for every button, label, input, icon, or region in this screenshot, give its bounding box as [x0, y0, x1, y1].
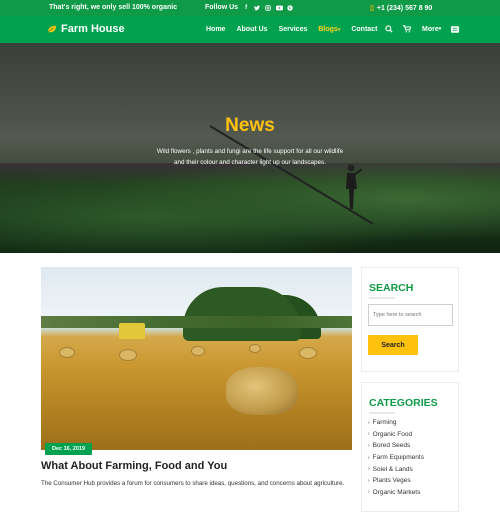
chevron-down-icon: ▾ [438, 26, 442, 32]
hero-banner: News Wild flowers , plants and fungi are… [0, 43, 500, 253]
large-hay-bale [226, 367, 298, 415]
main-navbar: Farm House Home About Us Services Blogs▾… [0, 16, 500, 43]
farmer-silhouette [346, 164, 362, 209]
chevron-right-icon: › [368, 477, 370, 484]
category-label: Soiel & Lands [372, 465, 413, 473]
category-item[interactable]: › Plants Veges [368, 475, 424, 487]
hay-bale [191, 346, 205, 356]
brand-name: Farm House [61, 23, 125, 35]
nav-services[interactable]: Services [279, 26, 308, 33]
post-featured-image[interactable] [41, 267, 352, 450]
nav-home[interactable]: Home [206, 26, 225, 33]
search-icon[interactable] [385, 25, 393, 33]
nav-blogs[interactable]: Blogs▾ [318, 26, 340, 33]
hay-bale [249, 344, 261, 353]
chevron-right-icon: › [368, 442, 370, 449]
hay-bale [299, 347, 317, 359]
chevron-right-icon: › [368, 419, 370, 426]
twitter-icon[interactable] [254, 5, 261, 11]
post-excerpt: The Consumer Hub provides a forum for co… [41, 480, 345, 487]
hamburger-menu-icon[interactable] [451, 26, 459, 33]
page-title: News [225, 115, 275, 136]
category-label: Organic Markets [372, 488, 421, 496]
nav-contact[interactable]: Contact [351, 26, 377, 33]
tagline: That's right, we only sell 100% organic [49, 4, 178, 11]
hay-bale [119, 349, 137, 361]
category-item[interactable]: › Farming [368, 417, 424, 429]
search-button[interactable]: Search [368, 335, 418, 355]
chevron-right-icon: › [368, 454, 370, 461]
post-date-badge: Dec 16, 2019 [45, 443, 92, 455]
chevron-right-icon: › [368, 466, 370, 473]
divider [369, 297, 395, 299]
search-input[interactable] [368, 304, 453, 326]
facebook-icon[interactable]: f [243, 5, 249, 11]
nav-more-label: More [422, 26, 439, 33]
instagram-icon[interactable] [265, 4, 271, 11]
hedge-row [41, 316, 352, 328]
categories-widget-title: CATEGORIES [369, 397, 438, 409]
hero-subtitle-line-2: and their colour and character light up … [174, 158, 326, 166]
search-widget-title: SEARCH [369, 282, 414, 294]
chevron-right-icon: › [368, 431, 370, 438]
chevron-right-icon: › [368, 489, 370, 496]
hero-field-image [0, 163, 500, 253]
category-label: Farming [372, 419, 397, 427]
leaf-icon [47, 25, 56, 33]
follow-us: Follow Us f [205, 4, 293, 11]
nav-blogs-label: Blogs [318, 26, 338, 33]
category-label: Organic Food [372, 430, 413, 438]
category-item[interactable]: › Bored Seeds [368, 440, 424, 452]
hero-subtitle: Wild flowers , plants and fungi are the … [0, 147, 500, 168]
main-menu: Home About Us Services Blogs▾ Contact [206, 26, 388, 33]
hero-subtitle-line-1: Wild flowers , plants and fungi are the … [156, 148, 344, 155]
chevron-down-icon: ▾ [337, 27, 341, 33]
phone-info: ▯ +1 (234) 567 8 90 [370, 4, 432, 13]
phone-icon: ▯ [370, 5, 374, 12]
tree-cluster [183, 287, 301, 341]
category-item[interactable]: › Organic Food [368, 429, 424, 441]
category-item[interactable]: › Soiel & Lands [368, 463, 424, 475]
category-label: Bored Seeds [372, 442, 411, 450]
category-label: Farm Equipments [372, 454, 424, 462]
post-title[interactable]: What About Farming, Food and You [41, 460, 227, 472]
category-label: Plants Veges [372, 477, 411, 485]
divider [369, 412, 395, 414]
phone-number[interactable]: +1 (234) 567 8 90 [377, 5, 432, 12]
category-item[interactable]: › Farm Equipments [368, 452, 424, 464]
site-logo[interactable]: Farm House [47, 23, 125, 35]
tractor [119, 323, 145, 339]
follow-label: Follow Us [205, 4, 239, 11]
category-list: › Farming › Organic Food › Bored Seeds › Far… [368, 417, 424, 498]
cart-icon[interactable] [403, 25, 411, 33]
youtube-icon[interactable] [276, 5, 284, 11]
pinterest-icon[interactable] [287, 4, 293, 11]
nav-about-us[interactable]: About Us [236, 26, 267, 33]
hay-bale [59, 347, 75, 358]
category-item[interactable]: › Organic Markets [368, 487, 424, 499]
nav-more[interactable]: More ▾ [422, 26, 441, 33]
top-bar: That's right, we only sell 100% organic … [0, 0, 500, 16]
